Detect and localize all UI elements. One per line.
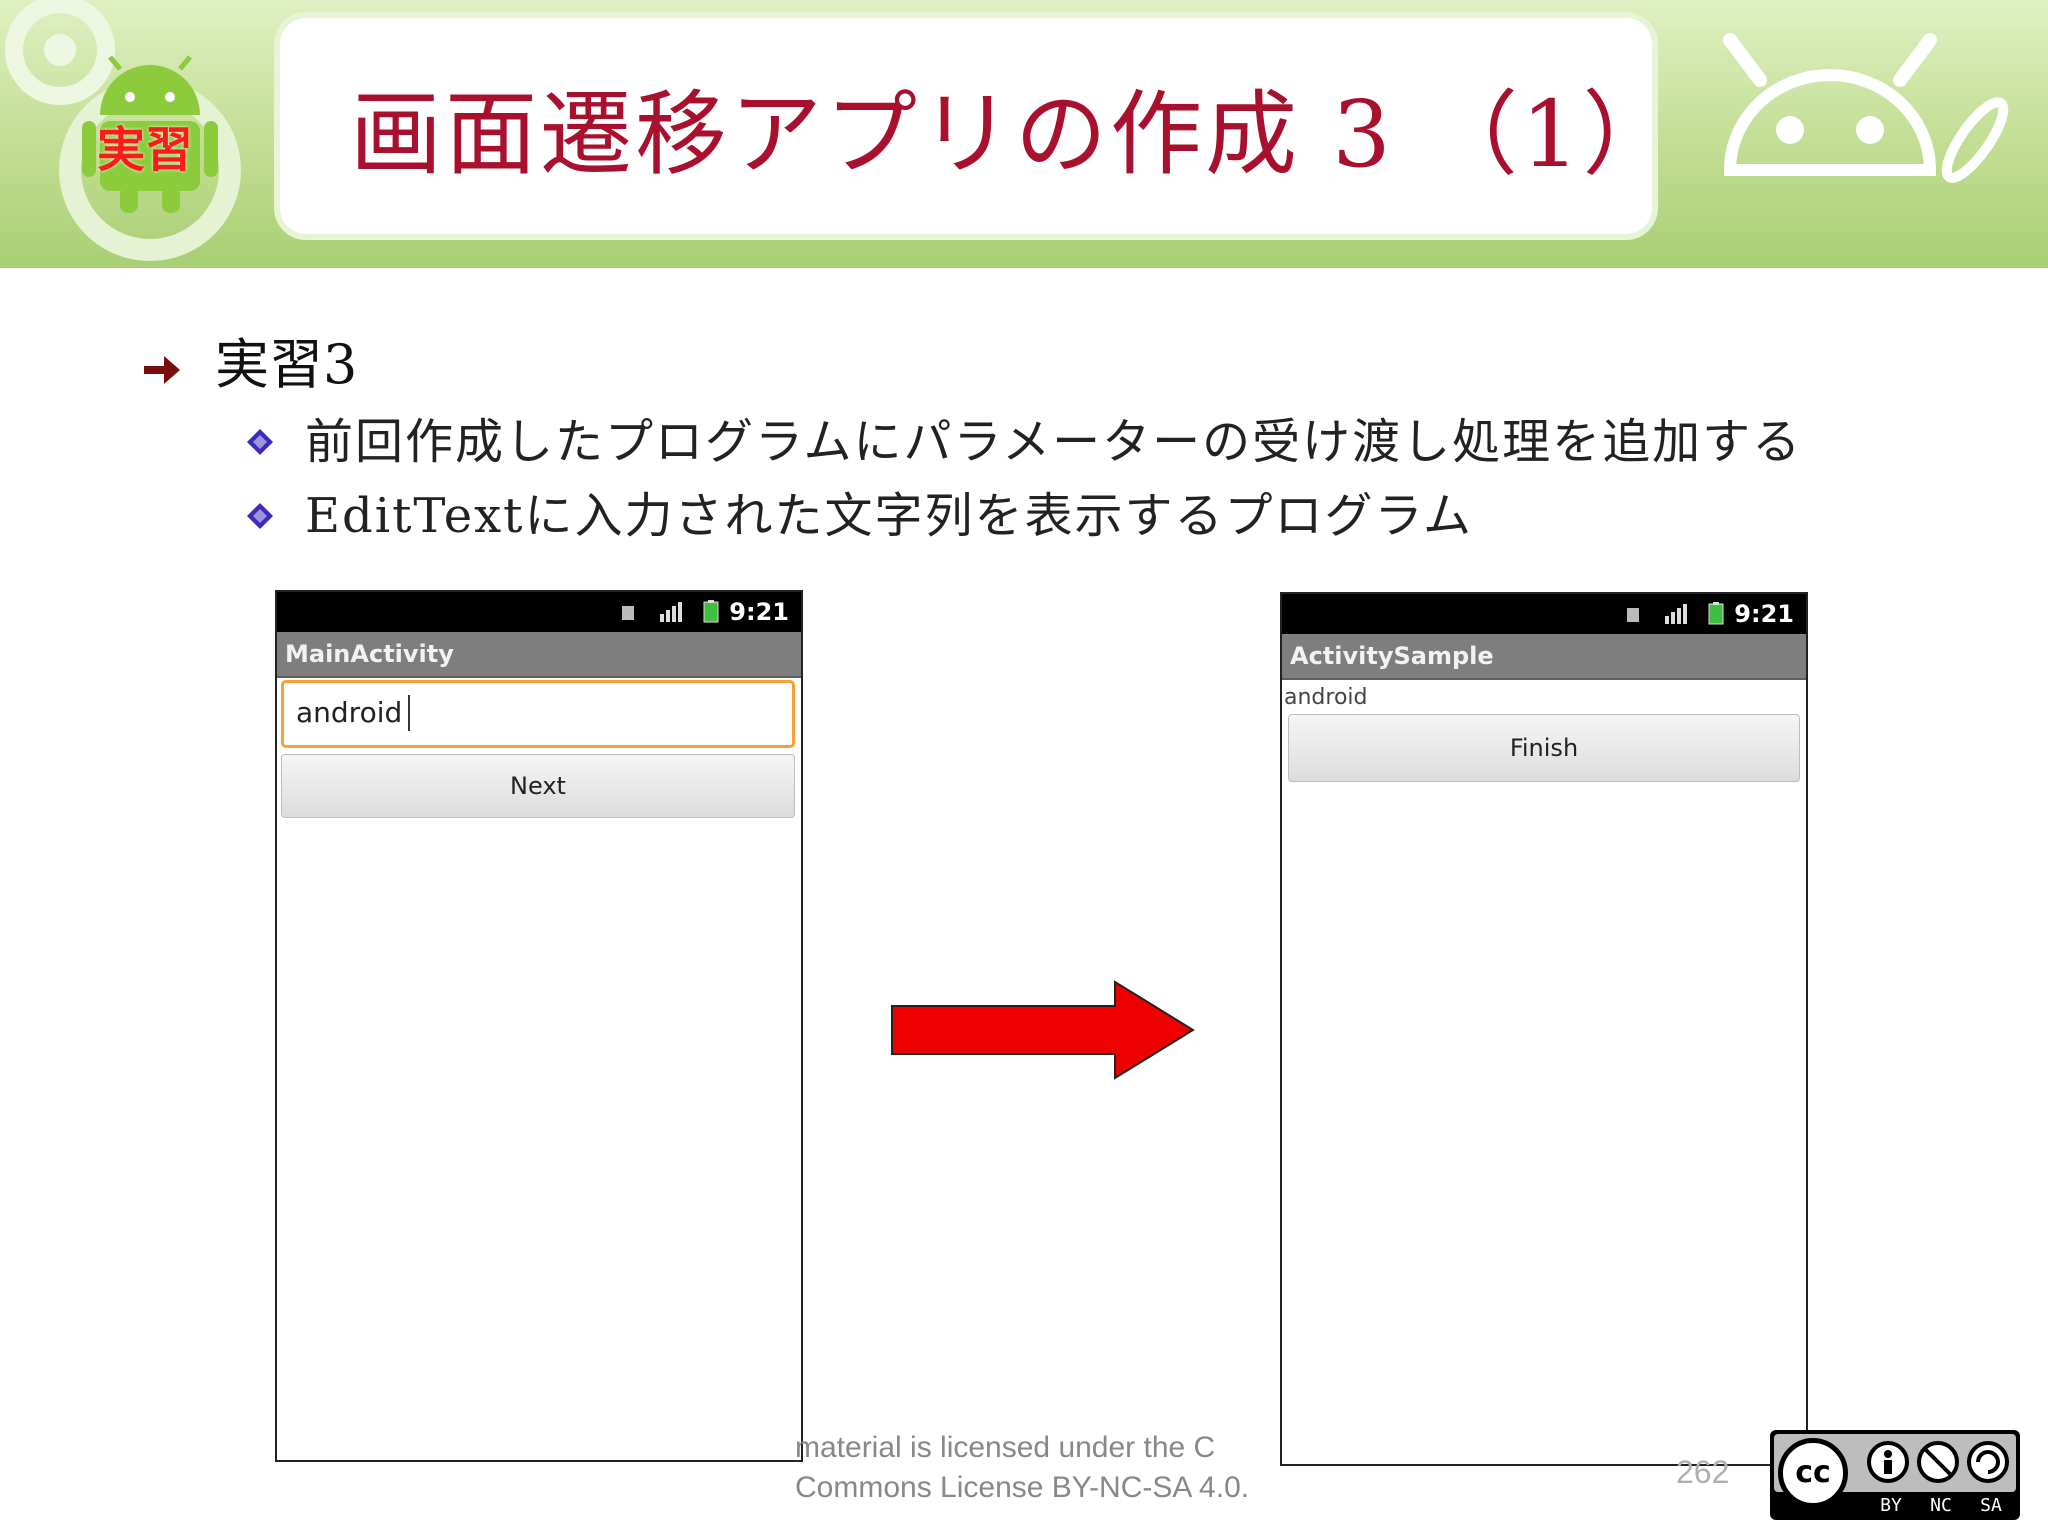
practice-badge: 実習: [96, 122, 193, 178]
app-title: MainActivity: [285, 640, 454, 668]
status-time: 9:21: [729, 598, 789, 626]
status-bar: 9:21: [1282, 594, 1806, 634]
battery-icon: [703, 600, 719, 623]
status-bar: 9:21: [277, 592, 801, 632]
right-arrow-icon: [891, 980, 1195, 1080]
received-text: android: [1284, 685, 1368, 710]
bullet-main: 実習3: [215, 333, 358, 396]
cc-sa-label: SA: [1980, 1495, 2002, 1516]
bullet-sub-2: EditTextに入力された文字列を表示するプログラム: [305, 488, 1474, 544]
app-title: ActivitySample: [1290, 642, 1494, 670]
phone-screen-main: 9:21 MainActivity android Next: [275, 590, 803, 1462]
cc-by-label: BY: [1880, 1495, 1902, 1516]
cc-attribution-icons: [1867, 1441, 2009, 1483]
diamond-bullet-icon: [247, 503, 273, 529]
battery-icon: [1708, 602, 1724, 625]
cc-nc-label: NC: [1930, 1495, 1952, 1516]
diamond-bullet-icon: [247, 429, 273, 455]
cc-license-icon: cc BY NC SA: [1770, 1430, 2020, 1520]
signal-icon: [1627, 604, 1687, 624]
signal-icon: [622, 602, 682, 622]
status-time: 9:21: [1734, 600, 1794, 628]
slide-title: 画面遷移アプリの作成 3 （1）: [350, 81, 1678, 188]
license-line-2: Commons License BY-NC-SA 4.0.: [795, 1471, 1250, 1504]
text-cursor: [408, 695, 410, 731]
cc-labels: BY NC SA: [1866, 1494, 2016, 1518]
page-number: 262: [1676, 1454, 1730, 1490]
bullet-sub-1: 前回作成したプログラムにパラメーターの受け渡し処理を追加する: [305, 414, 1803, 470]
edit-text-value: android: [296, 696, 403, 729]
phone-screen-sample: 9:21 ActivitySample android Finish: [1280, 592, 1808, 1466]
app-title-bar: ActivitySample: [1282, 634, 1806, 680]
edit-text-field[interactable]: android: [281, 680, 795, 748]
license-text: material is licensed under the C Commons…: [795, 1428, 1285, 1508]
app-title-bar: MainActivity: [277, 632, 801, 678]
finish-button[interactable]: Finish: [1288, 714, 1800, 782]
android-robot-icon: [1723, 33, 2009, 183]
slide-header: 実習 画面遷移アプリの作成 3 （1）: [0, 0, 2048, 268]
license-line-1: material is licensed under the C: [795, 1431, 1216, 1464]
cc-logo: cc: [1778, 1438, 1848, 1508]
next-button[interactable]: Next: [281, 754, 795, 818]
bullet-arrow-icon: [144, 356, 180, 384]
